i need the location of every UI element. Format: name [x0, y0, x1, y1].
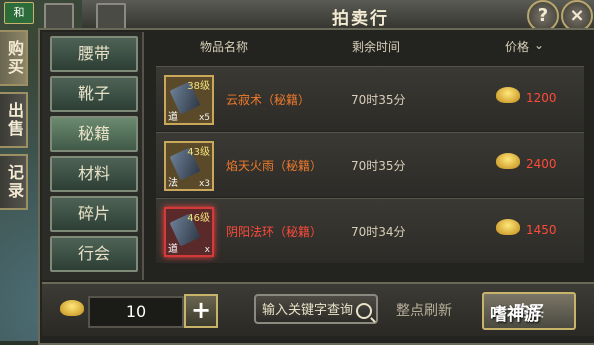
item-level: 38级	[187, 81, 210, 92]
list-item[interactable]: 43级 法 x3 焰天火雨（秘籍） 70时35分 2400	[156, 132, 584, 197]
category-material[interactable]: 材料	[50, 156, 138, 192]
gold-ingot-icon	[60, 300, 84, 316]
category-list: 腰带 靴子 秘籍 材料 碎片 行会	[42, 32, 144, 280]
category-boots[interactable]: 靴子	[50, 76, 138, 112]
map-button[interactable]	[44, 3, 74, 31]
item-price: 1200	[526, 91, 557, 105]
search-placeholder: 输入关键字查询	[262, 303, 354, 318]
search-icon[interactable]	[356, 303, 372, 319]
window-button[interactable]	[96, 3, 126, 31]
list-item[interactable]: 38级 道 x5 云寂术（秘籍） 70时35分 1200	[156, 66, 584, 131]
item-icon: 38级 道 x5	[164, 75, 214, 125]
watermark: 嗜神游	[490, 305, 541, 325]
gold-ingot-icon	[496, 219, 520, 235]
column-time: 剩余时间	[352, 40, 401, 54]
quantity-input[interactable]: 10	[88, 296, 184, 328]
item-price: 2400	[526, 157, 557, 171]
list-item[interactable]: 46级 道 x 阴阳法环（秘籍） 70时34分 1450	[156, 198, 584, 263]
chevron-down-icon[interactable]: ⌄	[534, 38, 544, 52]
category-belt[interactable]: 腰带	[50, 36, 138, 72]
item-icon: 46级 道 x	[164, 207, 214, 257]
tab-records[interactable]: 记录	[0, 154, 28, 210]
item-type: 道	[168, 112, 178, 123]
plus-button[interactable]: +	[184, 294, 218, 328]
item-qty: x5	[198, 113, 210, 123]
category-guild[interactable]: 行会	[50, 236, 138, 272]
search-input[interactable]: 输入关键字查询	[254, 294, 378, 324]
category-fragment[interactable]: 碎片	[50, 196, 138, 232]
item-type: 法	[168, 178, 178, 189]
refresh-note: 整点刷新	[396, 303, 452, 319]
page-title: 拍卖行	[332, 9, 389, 29]
item-qty: x	[204, 245, 210, 255]
item-list: 38级 道 x5 云寂术（秘籍） 70时35分 1200 43级 法 x3 焰天…	[156, 64, 584, 270]
column-price[interactable]: 价格	[505, 38, 529, 55]
gold-ingot-icon	[496, 153, 520, 169]
tab-sell[interactable]: 出售	[0, 92, 28, 148]
item-time: 70时34分	[351, 225, 406, 239]
item-name: 阴阳法环（秘籍）	[226, 225, 323, 239]
category-skillbook[interactable]: 秘籍	[50, 116, 138, 152]
item-icon: 43级 法 x3	[164, 141, 214, 191]
gold-ingot-icon	[496, 87, 520, 103]
tab-buy[interactable]: 购买	[0, 30, 28, 86]
item-level: 46级	[187, 213, 210, 224]
column-name: 物品名称	[200, 40, 249, 54]
item-time: 70时35分	[351, 159, 406, 173]
item-price: 1450	[526, 223, 557, 237]
corner-badge[interactable]: 和	[4, 2, 34, 24]
item-time: 70时35分	[351, 93, 406, 107]
item-level: 43级	[187, 147, 210, 158]
item-name: 焰天火雨（秘籍）	[226, 159, 323, 173]
item-name: 云寂术（秘籍）	[226, 93, 311, 107]
item-type: 道	[168, 244, 178, 255]
item-qty: x3	[198, 179, 210, 189]
